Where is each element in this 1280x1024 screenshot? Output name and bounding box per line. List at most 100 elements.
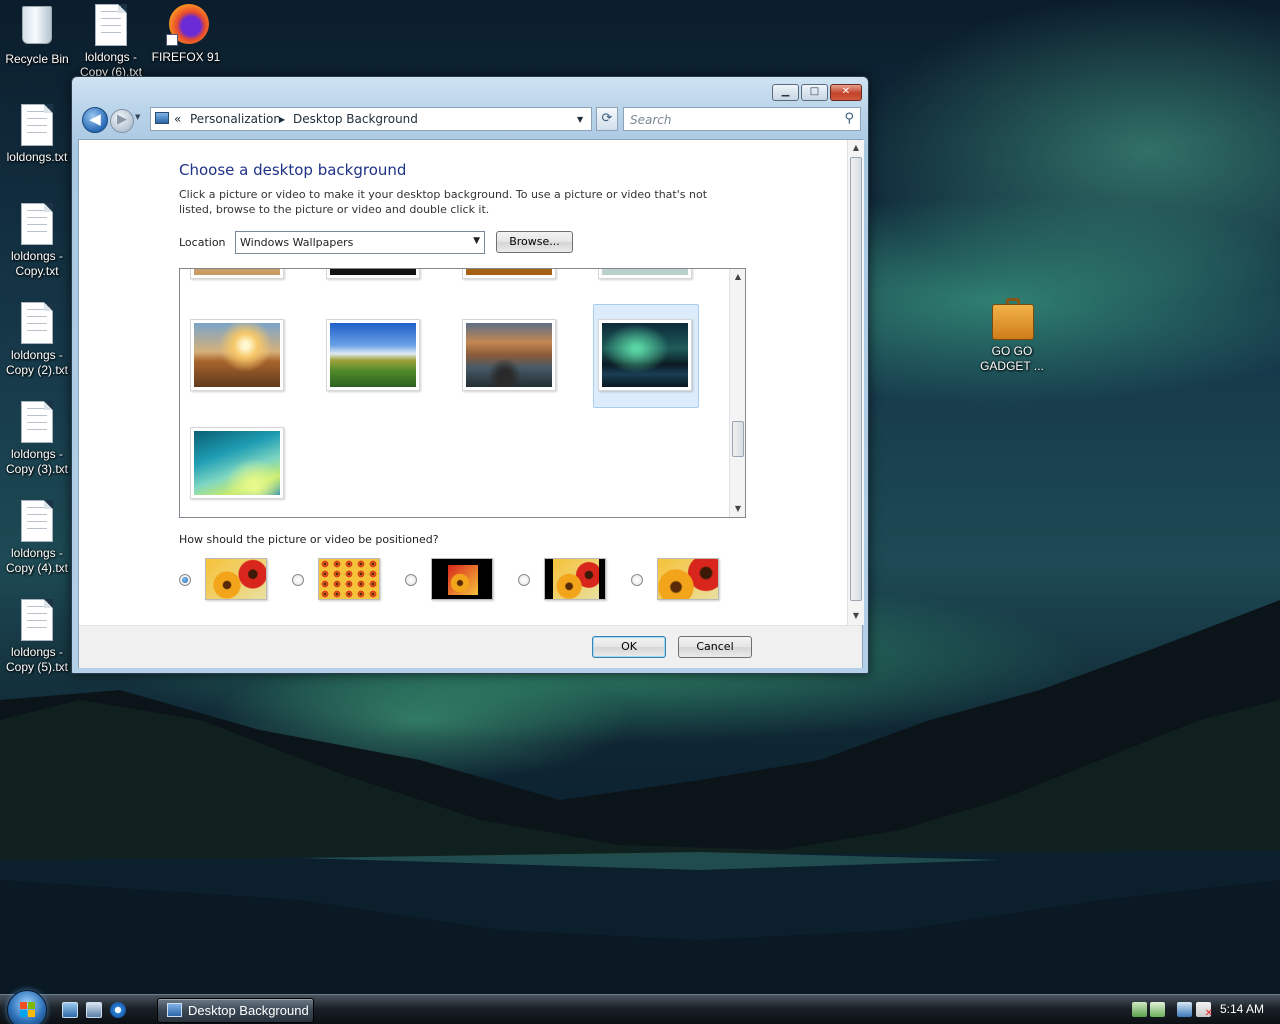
copy6-desktop-icon[interactable]: loldongs - Copy (6).txt (74, 4, 148, 76)
wallpaper-thumb-partial[interactable] (598, 269, 692, 279)
desktop-icon-label: loldongs - Copy (4).txt (5, 546, 68, 575)
history-dropdown-icon[interactable]: ▼ (135, 113, 140, 121)
position-fit-preview[interactable] (205, 558, 267, 600)
desktop-icon-label: loldongs - Copy (3).txt (5, 447, 68, 476)
wallpaper-thumb-green-hills[interactable] (326, 319, 420, 391)
gadget-desktop-icon[interactable]: GO GO GADGET ... (974, 298, 1050, 374)
control-panel-icon (167, 1003, 182, 1017)
copy4-desktop-icon[interactable]: loldongs - Copy (4).txt (0, 500, 74, 576)
maximize-button[interactable]: □ (801, 84, 828, 101)
desktop-icon-label: loldongs - Copy.txt (10, 249, 64, 278)
control-panel-icon (155, 112, 169, 124)
copy3-desktop-icon[interactable]: loldongs - Copy (3).txt (0, 401, 74, 477)
address-dropdown-icon[interactable]: ▼ (577, 115, 583, 124)
dialog-footer: OK Cancel (79, 626, 862, 668)
desktop-icon-label: loldongs - Copy (6).txt (79, 50, 142, 76)
wallpaper-thumb-partial[interactable] (462, 269, 556, 279)
taskbar-clock[interactable]: 5:14 AM (1220, 1002, 1264, 1016)
location-value: Windows Wallpapers (240, 236, 354, 249)
position-radio-fit[interactable] (179, 574, 191, 586)
recycle-bin-icon (17, 6, 57, 50)
location-dropdown[interactable]: Windows Wallpapers ▼ (235, 231, 485, 254)
scroll-down-icon[interactable]: ▼ (730, 501, 745, 517)
navigation-bar: ◀ ▶ ▼ « Personalization ▶ Desktop Backgr… (80, 105, 862, 135)
position-question: How should the picture or video be posit… (179, 533, 439, 546)
internet-explorer-icon[interactable] (110, 1002, 126, 1018)
switch-windows-icon[interactable] (86, 1002, 102, 1018)
volume-muted-tray-icon[interactable]: ✕ (1196, 1002, 1213, 1019)
wallpaper-thumb-partial[interactable] (326, 269, 420, 279)
breadcrumb-separator-icon[interactable]: ▶ (279, 115, 285, 124)
desktop-icon-label: GO GO GADGET ... (980, 344, 1044, 373)
back-button[interactable]: ◀ (82, 107, 108, 133)
breadcrumb-overflow-icon[interactable]: « (174, 112, 181, 126)
breadcrumb-desktop-background[interactable]: Desktop Background (293, 112, 418, 126)
firefox-desktop-icon[interactable]: FIREFOX 91 (149, 4, 223, 65)
search-placeholder: Search (630, 113, 672, 127)
scroll-up-icon[interactable]: ▲ (848, 140, 864, 156)
address-bar[interactable]: « Personalization ▶ Desktop Background ▼ (150, 107, 592, 131)
chevron-down-icon: ▼ (473, 236, 480, 246)
close-button[interactable]: ✕ (830, 84, 862, 101)
text-file-icon (17, 401, 57, 445)
taskbar-item-desktop-background[interactable]: Desktop Background (157, 998, 314, 1023)
wallpaper-thumb-aurora[interactable] (598, 319, 692, 391)
desktop-icon-label: loldongs - Copy (2).txt (5, 348, 68, 377)
minimize-button[interactable]: ▁ (772, 84, 799, 101)
search-icon[interactable]: ⚲ (844, 111, 854, 126)
search-input[interactable]: Search ⚲ (623, 107, 861, 131)
desktop-icon-label: Recycle Bin (5, 52, 69, 66)
wallpaper-thumb-field-sunset[interactable] (190, 319, 284, 391)
update-tray-icon[interactable] (1150, 1002, 1165, 1017)
recycle-bin-desktop-icon[interactable]: Recycle Bin (0, 4, 74, 67)
text-file-icon (91, 4, 131, 48)
position-radio-center[interactable] (405, 574, 417, 586)
wallpaper-gallery: ▲ ▼ (179, 268, 746, 518)
text-file-icon (17, 302, 57, 346)
wallpaper-thumb-partial[interactable] (190, 269, 284, 279)
gallery-scrollbar[interactable]: ▲ ▼ (729, 269, 745, 517)
briefcase-icon (992, 298, 1034, 342)
text-file-icon (17, 500, 57, 544)
position-tile-preview[interactable] (318, 558, 380, 600)
loldongs-desktop-icon[interactable]: loldongs.txt (0, 104, 74, 165)
show-desktop-icon[interactable] (62, 1002, 78, 1018)
browse-button[interactable]: Browse... (496, 231, 573, 253)
position-radio-tile[interactable] (292, 574, 304, 586)
desktop-background-window: ▁ □ ✕ ◀ ▶ ▼ « Personalization ▶ Desktop … (71, 76, 869, 674)
copy5-desktop-icon[interactable]: loldongs - Copy (5).txt (0, 599, 74, 675)
network-tray-icon[interactable] (1132, 1002, 1147, 1017)
window-scrollbar[interactable]: ▲ ▼ (847, 140, 864, 625)
start-button[interactable] (7, 990, 47, 1024)
text-file-icon (17, 203, 57, 247)
cancel-button[interactable]: Cancel (678, 636, 752, 658)
refresh-button[interactable]: ⟳ (596, 107, 618, 131)
page-description: Click a picture or video to make it your… (179, 188, 708, 216)
copy-desktop-icon[interactable]: loldongs - Copy.txt (0, 203, 74, 279)
desktop-icon-label: loldongs - Copy (5).txt (5, 645, 68, 674)
ok-button[interactable]: OK (592, 636, 666, 658)
scroll-up-icon[interactable]: ▲ (730, 269, 745, 285)
scrollbar-thumb[interactable] (850, 157, 862, 601)
desktop-icon-label: loldongs.txt (6, 150, 68, 164)
position-radio-fill[interactable] (631, 574, 643, 586)
location-label: Location (179, 236, 226, 249)
forward-button[interactable]: ▶ (110, 109, 134, 133)
breadcrumb-personalization[interactable]: Personalization (190, 112, 281, 126)
taskbar-item-label: Desktop Background (188, 1003, 309, 1018)
page-title: Choose a desktop background (179, 161, 407, 179)
wallpaper-thumb-lake-rocks[interactable] (462, 319, 556, 391)
position-center-preview[interactable] (431, 558, 493, 600)
position-fit-center-preview[interactable] (544, 558, 606, 600)
scrollbar-thumb[interactable] (732, 421, 744, 457)
scroll-down-icon[interactable]: ▼ (848, 608, 864, 624)
wallpaper-thumb-vista-aurora[interactable] (190, 427, 284, 499)
text-file-icon (17, 104, 57, 148)
connection-tray-icon[interactable] (1177, 1002, 1192, 1017)
taskbar: Desktop Background ✕ 5:14 AM (0, 990, 1280, 1024)
text-file-icon (17, 599, 57, 643)
firefox-icon (166, 4, 209, 48)
copy2-desktop-icon[interactable]: loldongs - Copy (2).txt (0, 302, 74, 378)
position-radio-fit-center[interactable] (518, 574, 530, 586)
position-fill-preview[interactable] (657, 558, 719, 600)
